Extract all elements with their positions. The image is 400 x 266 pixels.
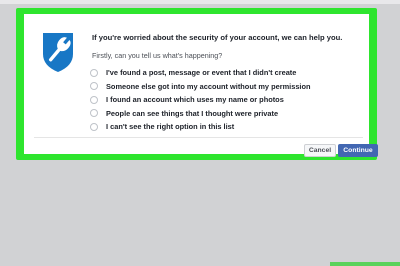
continue-button[interactable]: Continue [338, 144, 378, 157]
dialog-divider [34, 137, 363, 138]
shield-wrench-icon [40, 30, 76, 74]
options-list: I've found a post, message or event that… [90, 66, 311, 134]
radio-button[interactable] [90, 122, 98, 131]
security-dialog: If you're worried about the security of … [24, 14, 378, 157]
radio-button[interactable] [90, 109, 98, 118]
option-label: I can't see the right option in this lis… [106, 122, 235, 132]
radio-button[interactable] [90, 95, 98, 104]
option-label: People can see things that I thought wer… [106, 108, 279, 118]
bottom-tab [330, 262, 400, 266]
radio-button[interactable] [90, 82, 98, 91]
option-privacy[interactable]: People can see things that I thought wer… [90, 107, 311, 121]
highlight-frame: If you're worried about the security of … [16, 8, 378, 160]
option-label: I've found a post, message or event that… [106, 68, 297, 78]
dialog-subheading: Firstly, can you tell us what's happenin… [92, 51, 223, 60]
option-post-not-created[interactable]: I've found a post, message or event that… [90, 66, 311, 80]
radio-button[interactable] [90, 68, 98, 77]
top-strip [0, 0, 400, 4]
dialog-heading: If you're worried about the security of … [92, 33, 343, 42]
option-other[interactable]: I can't see the right option in this lis… [90, 120, 311, 134]
option-label: I found an account which uses my name or… [106, 95, 284, 105]
cancel-button[interactable]: Cancel [304, 144, 336, 157]
option-impersonation[interactable]: I found an account which uses my name or… [90, 93, 311, 107]
option-account-accessed[interactable]: Someone else got into my account without… [90, 80, 311, 94]
option-label: Someone else got into my account without… [106, 81, 311, 91]
